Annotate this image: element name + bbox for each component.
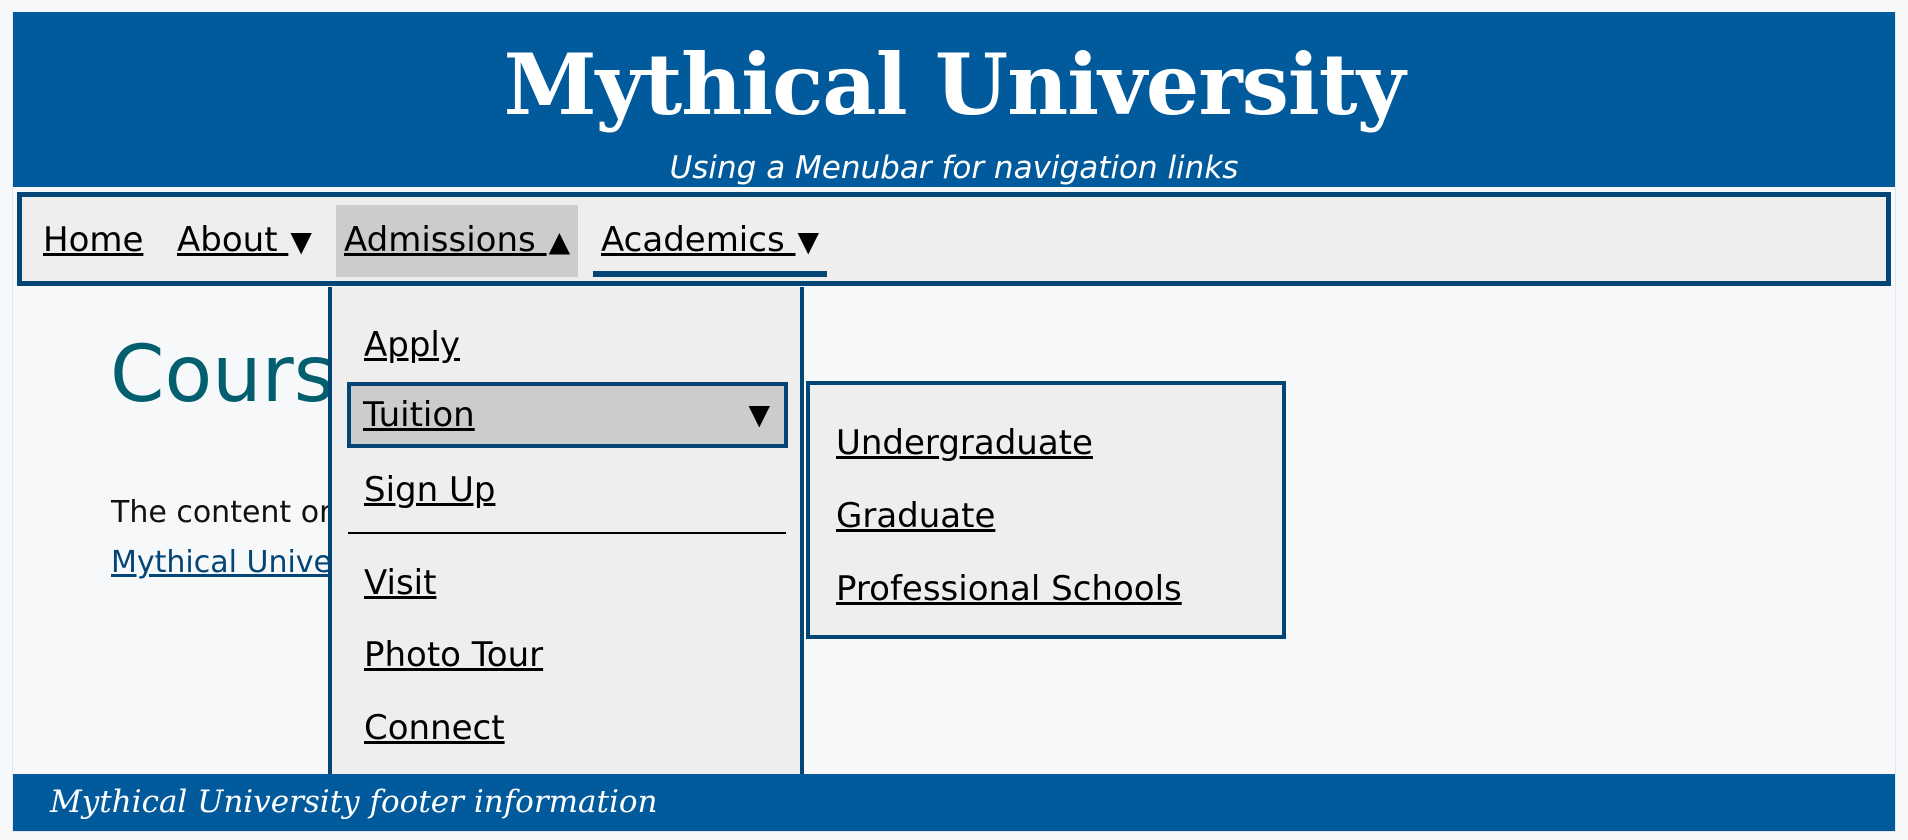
tuition-submenu: Undergraduate Graduate Professional Scho… [806,381,1286,639]
menu-item-connect[interactable]: Connect [352,695,786,761]
menu-separator [348,532,786,534]
content-link[interactable]: Mythical Unive [111,540,332,586]
chevron-up-icon: ▲ [548,225,571,258]
site-header: Mythical University Using a Menubar for … [13,12,1895,187]
menu-item-label: Visit [364,563,437,603]
menu-item-label: Academics [601,220,796,260]
footer-text: Mythical University footer information [50,784,658,820]
menu-item-undergraduate[interactable]: Undergraduate [836,413,1093,473]
menu-item-sign-up[interactable]: Sign Up [352,457,786,523]
menu-item-label: Home [43,220,144,260]
menu-item-graduate[interactable]: Graduate [836,486,995,546]
menu-item-label: About [177,220,289,260]
admissions-dropdown: Apply Tuition ▼ Sign Up Visit Photo Tour… [328,287,804,780]
menu-item-label: Undergraduate [836,423,1093,463]
menu-item-home[interactable]: Home [35,205,151,277]
menu-item-academics[interactable]: Academics ▼ [593,205,827,277]
content-text: The content on [111,495,339,530]
menu-item-admissions[interactable]: Admissions ▲ [336,205,578,277]
menu-item-label: Apply [364,325,460,365]
menu-item-about[interactable]: About ▼ [169,205,320,277]
menu-item-label: Graduate [836,496,996,536]
site-subtitle: Using a Menubar for navigation links [669,150,1239,186]
chevron-down-icon: ▼ [290,225,312,258]
menubar: Home About ▼ Admissions ▲ Academics ▼ [17,192,1891,286]
menu-item-label: Tuition [363,395,475,435]
menu-item-label: Professional Schools [836,569,1182,609]
menu-item-label: Sign Up [364,470,496,510]
menu-item-label: Admissions [344,220,547,260]
menu-item-visit[interactable]: Visit [352,550,786,616]
menu-item-label: Photo Tour [364,635,544,675]
site-footer: Mythical University footer information [13,774,1895,831]
chevron-down-icon: ▼ [748,398,770,431]
site-title: Mythical University [503,35,1406,134]
menu-item-photo-tour[interactable]: Photo Tour [352,622,786,688]
menu-item-professional-schools[interactable]: Professional Schools [836,559,1182,619]
chevron-down-icon: ▼ [797,225,820,258]
menu-item-apply[interactable]: Apply [352,312,786,378]
menu-item-label: Connect [364,708,505,748]
menu-item-tuition[interactable]: Tuition ▼ [347,382,788,448]
